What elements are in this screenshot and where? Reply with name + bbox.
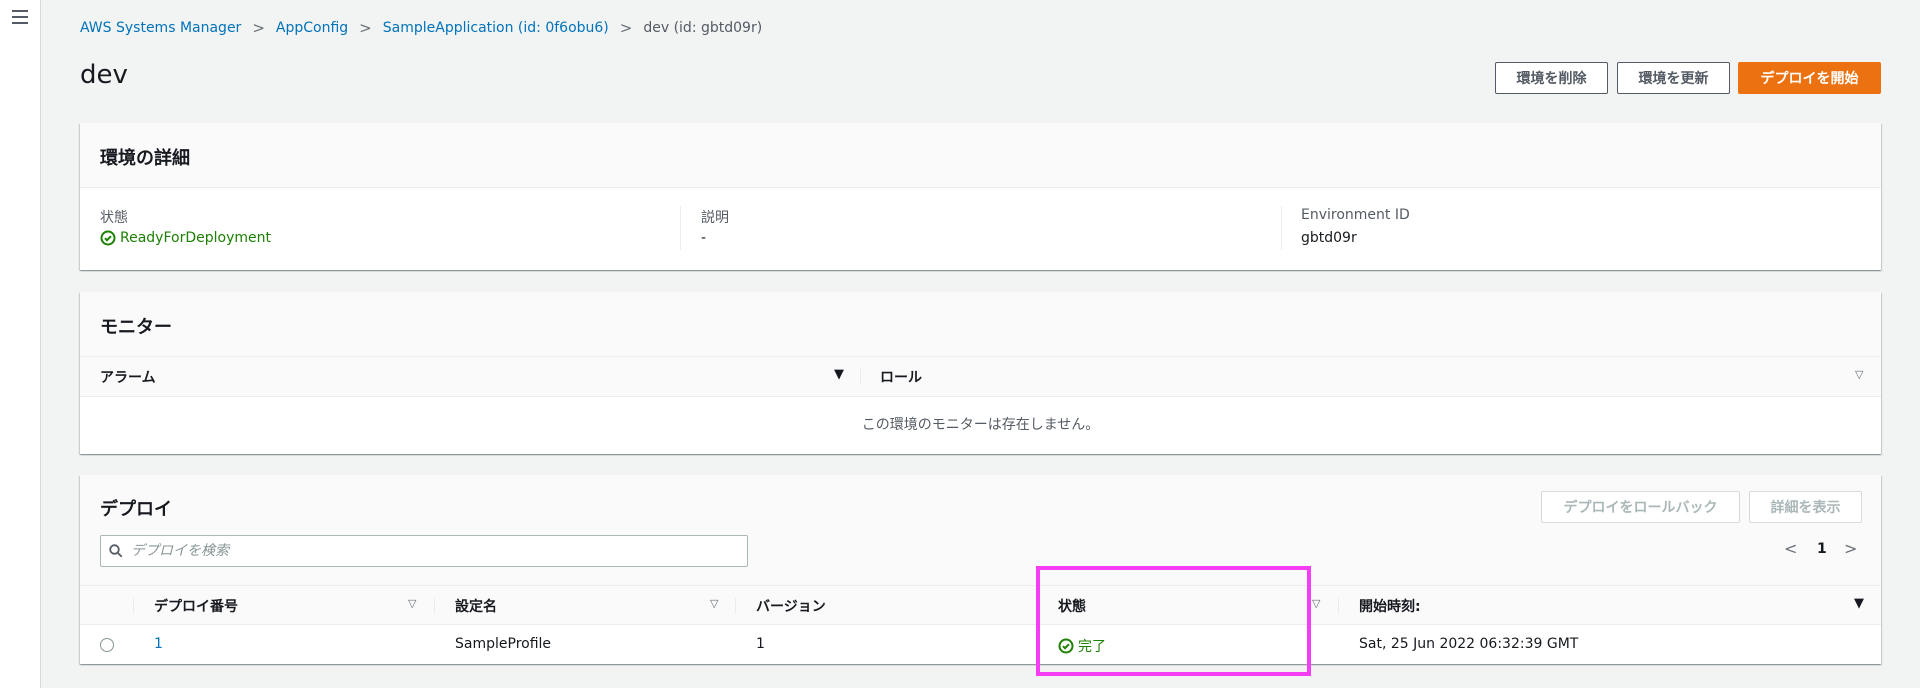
row-select-radio[interactable] (100, 638, 114, 652)
column-separator (434, 598, 435, 614)
column-separator (860, 369, 861, 385)
environment-id-value: gbtd09r (1301, 230, 1357, 246)
empty-state-message: この環境のモニターは存在しません。 (861, 417, 1100, 433)
status-text: ReadyForDeployment (120, 230, 271, 246)
start-deployment-button[interactable]: デプロイを開始 (1738, 62, 1881, 94)
column-header-configuration[interactable]: 設定名 (455, 596, 497, 616)
environment-id-label: Environment ID (1301, 207, 1410, 223)
check-circle-icon (1058, 638, 1074, 654)
sort-icon[interactable]: ▽ (1312, 597, 1320, 610)
breadcrumb: AWS Systems Manager > AppConfig > Sample… (80, 19, 762, 37)
column-header-start-time[interactable]: 開始時刻: (1359, 596, 1421, 616)
monitor-panel: モニター アラーム ▼ ロール ▽ この環境のモニターは存在しません。 (80, 292, 1881, 454)
status-value: ReadyForDeployment (100, 230, 271, 246)
side-navigation (0, 0, 41, 688)
chevron-right-icon: > (359, 19, 372, 37)
column-header-deployment-number[interactable]: デプロイ番号 (154, 596, 238, 616)
chevron-left-icon[interactable]: < (1784, 539, 1797, 558)
table-row[interactable]: 1 SampleProfile 1 完了 Sat, 25 Jun 2022 06… (80, 625, 1881, 664)
view-details-button[interactable]: 詳細を表示 (1749, 491, 1862, 523)
deployment-status: 完了 (1058, 636, 1106, 656)
status-text: 完了 (1078, 639, 1106, 655)
search-icon (109, 544, 123, 558)
divider (1281, 206, 1282, 250)
sort-icon[interactable]: ▽ (1855, 368, 1863, 381)
chevron-right-icon: > (619, 19, 633, 37)
breadcrumb-link-appconfig[interactable]: AppConfig (276, 20, 348, 36)
panel-header: デプロイ デプロイをロールバック 詳細を表示 < 1 > (80, 475, 1881, 585)
version-number: 1 (756, 636, 765, 652)
start-time: Sat, 25 Jun 2022 06:32:39 GMT (1359, 636, 1579, 652)
rollback-deployment-button[interactable]: デプロイをロールバック (1541, 491, 1740, 523)
column-header-role[interactable]: ロール (880, 367, 922, 387)
column-separator (1338, 598, 1339, 614)
status-label: 状態 (100, 210, 128, 226)
sort-down-icon[interactable]: ▼ (834, 367, 844, 382)
column-separator (133, 598, 134, 614)
sort-down-icon[interactable]: ▼ (1854, 596, 1864, 611)
deployment-number-link[interactable]: 1 (154, 636, 163, 652)
sort-icon[interactable]: ▽ (710, 597, 718, 610)
chevron-right-icon: > (252, 19, 265, 37)
column-separator (735, 598, 736, 614)
search-input[interactable] (131, 543, 731, 559)
configuration-name: SampleProfile (455, 636, 552, 652)
column-header-status[interactable]: 状態 (1058, 596, 1086, 616)
environment-details-panel: 環境の詳細 状態 ReadyForDeployment 説明 - Environ… (80, 123, 1881, 270)
table-header: デプロイ番号 ▽ 設定名 ▽ バージョン 状態 ▽ 開始時刻: ▼ (80, 585, 1881, 625)
page-title: dev (80, 60, 128, 90)
breadcrumb-link-systems-manager[interactable]: AWS Systems Manager (80, 20, 241, 36)
update-environment-button[interactable]: 環境を更新 (1617, 62, 1730, 94)
menu-icon[interactable] (12, 10, 28, 24)
panel-title: 環境の詳細 (100, 148, 190, 169)
panel-title: デプロイ (100, 499, 172, 520)
search-box (100, 535, 748, 567)
panel-header: 環境の詳細 (80, 123, 1881, 188)
column-header-alarm[interactable]: アラーム (100, 367, 156, 387)
delete-environment-button[interactable]: 環境を削除 (1495, 62, 1608, 94)
divider (680, 206, 681, 250)
breadcrumb-current: dev (id: gbtd09r) (643, 20, 763, 36)
description-label: 説明 (701, 210, 729, 226)
current-page-number[interactable]: 1 (1817, 541, 1827, 557)
breadcrumb-link-application[interactable]: SampleApplication (id: 0f6obu6) (383, 20, 609, 36)
chevron-right-icon[interactable]: > (1844, 539, 1857, 558)
description-value: - (701, 230, 707, 246)
deployments-panel: デプロイ デプロイをロールバック 詳細を表示 < 1 > デプロイ番号 ▽ 設定… (80, 475, 1881, 664)
check-circle-icon (100, 230, 116, 246)
panel-header: モニター (80, 292, 1881, 357)
panel-title: モニター (100, 317, 172, 338)
column-header-version[interactable]: バージョン (756, 596, 826, 616)
table-header: アラーム ▼ ロール ▽ (80, 357, 1881, 397)
sort-icon[interactable]: ▽ (408, 597, 416, 610)
